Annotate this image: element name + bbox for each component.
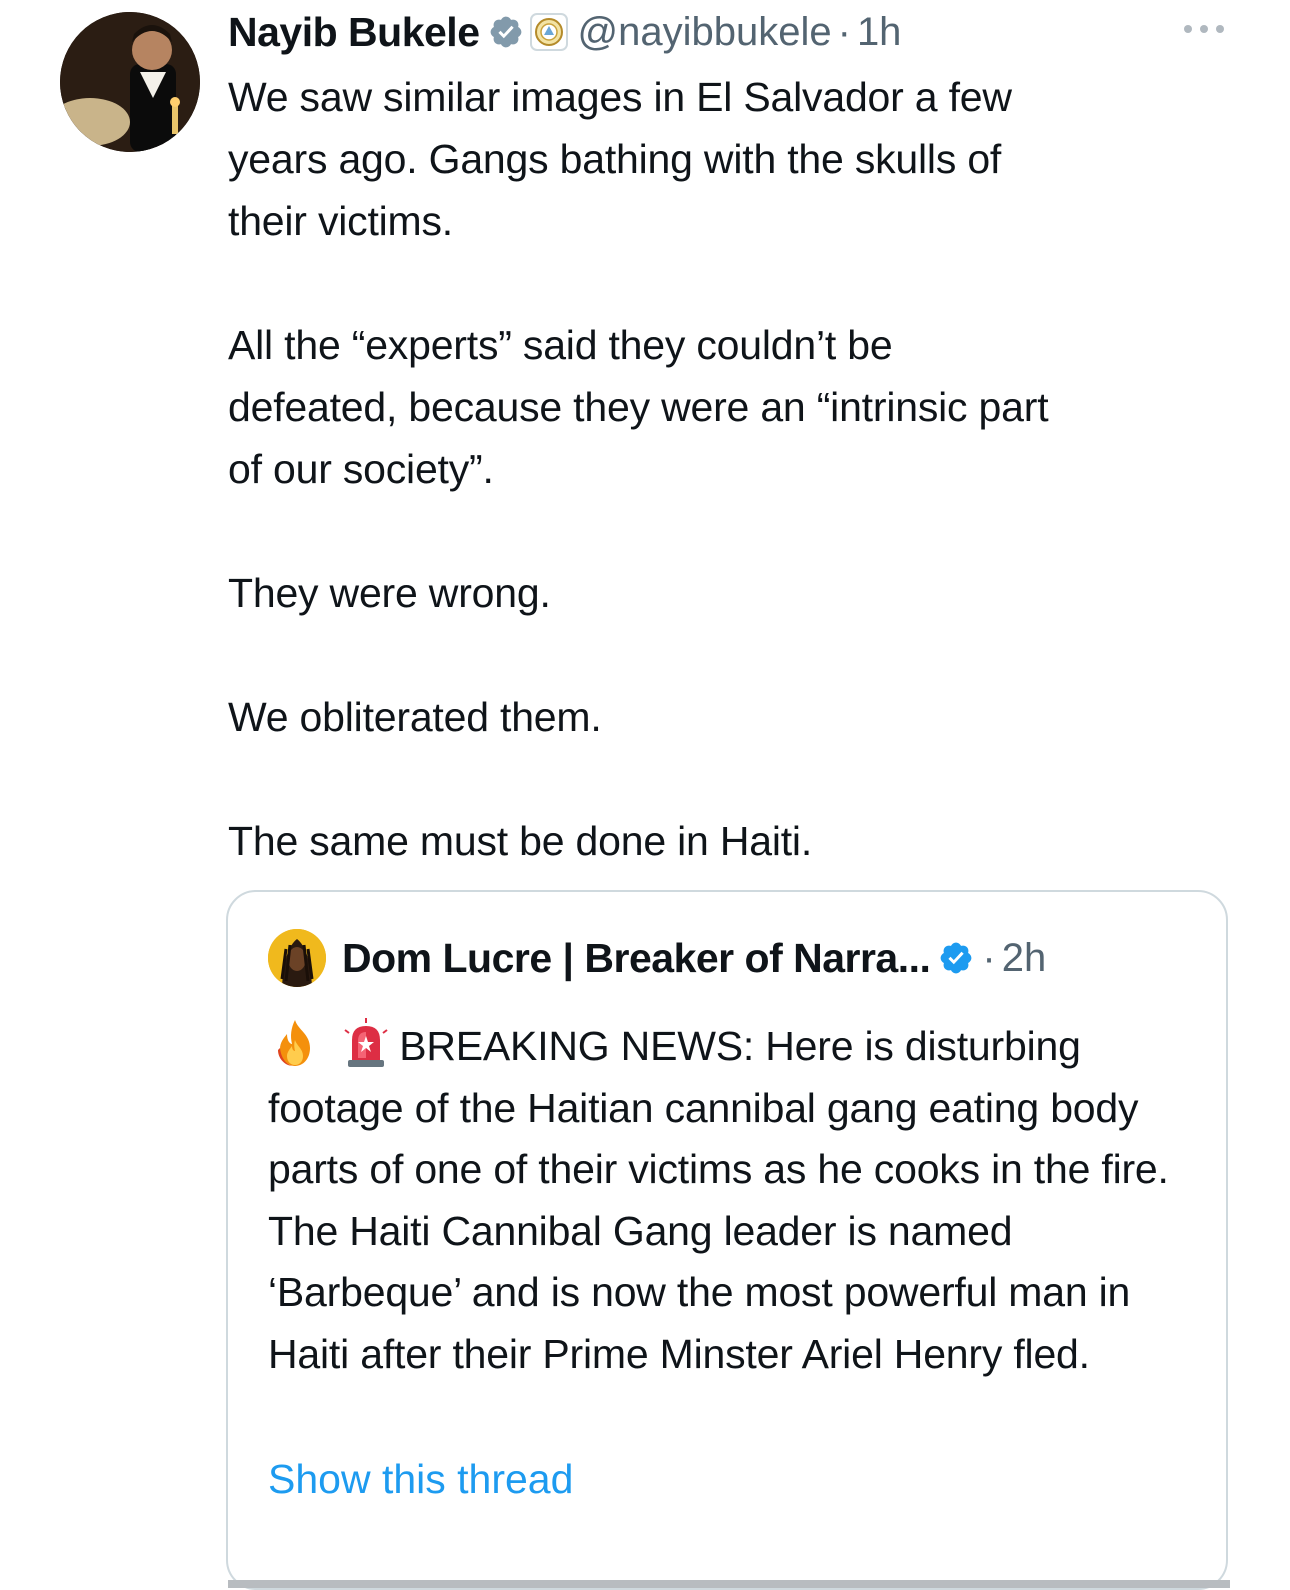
avatar[interactable]: [60, 12, 200, 152]
separator-dot: ·: [837, 9, 851, 54]
tweet-text: We saw similar images in El Salvador a f…: [228, 74, 1049, 864]
show-thread-link[interactable]: Show this thread: [268, 1456, 573, 1503]
handle[interactable]: @nayibbukele: [578, 10, 832, 55]
quoted-display-name[interactable]: Dom Lucre | Breaker of Narra...: [342, 935, 931, 982]
quoted-tweet-header: Dom Lucre | Breaker of Narra... · 2h: [268, 929, 1047, 987]
verified-badge-icon: [488, 14, 524, 50]
quoted-tweet[interactable]: Dom Lucre | Breaker of Narra... · 2h BRE…: [226, 890, 1230, 1590]
timestamp[interactable]: 1h: [857, 10, 902, 55]
tweet-header: Nayib Bukele @nayibbukele · 1h: [228, 4, 901, 60]
quoted-tweet-body: BREAKING NEWS: Here is disturbing footag…: [268, 1023, 1169, 1377]
quoted-timestamp[interactable]: 2h: [1002, 936, 1047, 981]
quoted-avatar[interactable]: [268, 929, 326, 987]
fire-emoji-icon: [268, 1018, 322, 1068]
siren-emoji-icon: [339, 1018, 393, 1068]
quoted-tweet-text: BREAKING NEWS: Here is disturbing footag…: [268, 1016, 1208, 1385]
media-preview-edge[interactable]: [228, 1580, 1230, 1588]
separator-dot: ·: [982, 935, 996, 980]
more-options-icon[interactable]: [1180, 18, 1228, 40]
verified-badge-icon: [938, 940, 974, 976]
display-name[interactable]: Nayib Bukele: [228, 9, 480, 56]
affiliation-seal-icon[interactable]: [529, 13, 568, 51]
